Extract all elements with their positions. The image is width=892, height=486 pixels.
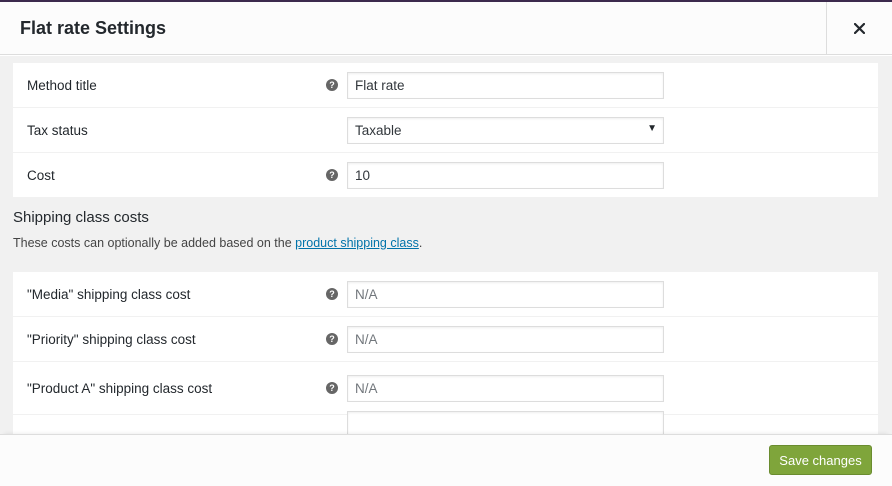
close-icon (854, 23, 865, 34)
cost-row: Cost ? (13, 153, 878, 198)
cost-input[interactable] (347, 162, 664, 189)
help-icon[interactable]: ? (326, 382, 338, 394)
chevron-down-icon: ▼ (647, 123, 657, 134)
tax-status-select[interactable]: Taxable ▼ (347, 117, 664, 144)
description-text: These costs can optionally be added base… (13, 236, 296, 250)
method-title-row: Method title ? (13, 63, 878, 108)
help-icon[interactable]: ? (326, 79, 338, 91)
priority-class-row: "Priority" shipping class cost ? (13, 317, 878, 362)
product-a-class-label: "Product A" shipping class cost (27, 380, 213, 396)
modal-body: Method title ? Tax status Taxable ▼ Cost… (0, 56, 892, 434)
shipping-class-table: "Media" shipping class cost ? "Priority"… (13, 272, 878, 434)
media-class-row: "Media" shipping class cost ? (13, 272, 878, 317)
next-class-row-partial (13, 411, 878, 434)
method-title-label: Method title (27, 77, 97, 93)
tax-status-row: Tax status Taxable ▼ (13, 108, 878, 153)
shipping-class-costs-heading: Shipping class costs (13, 209, 149, 226)
tax-status-label: Tax status (27, 122, 88, 138)
shipping-class-costs-description: These costs can optionally be added base… (13, 236, 422, 250)
general-settings-table: Method title ? Tax status Taxable ▼ Cost… (13, 63, 878, 198)
next-class-cost-input-partial[interactable] (347, 411, 664, 434)
product-a-class-row: "Product A" shipping class cost ? (13, 362, 878, 415)
help-icon[interactable]: ? (326, 333, 338, 345)
tax-status-selected-value: Taxable (355, 123, 402, 138)
product-a-class-cost-input[interactable] (347, 375, 664, 402)
help-icon[interactable]: ? (326, 288, 338, 300)
media-class-label: "Media" shipping class cost (27, 286, 191, 302)
method-title-input[interactable] (347, 72, 664, 99)
product-shipping-class-link[interactable]: product shipping class (295, 236, 419, 250)
help-icon[interactable]: ? (326, 169, 338, 181)
media-class-cost-input[interactable] (347, 281, 664, 308)
cost-label: Cost (27, 167, 55, 183)
modal-header: Flat rate Settings (0, 2, 892, 55)
modal-title: Flat rate Settings (20, 18, 167, 38)
description-suffix: . (418, 236, 423, 250)
priority-class-label: "Priority" shipping class cost (27, 331, 196, 347)
close-button[interactable] (826, 2, 892, 55)
save-changes-button[interactable]: Save changes (769, 445, 872, 475)
modal-footer: Save changes (0, 434, 892, 486)
priority-class-cost-input[interactable] (347, 326, 664, 353)
